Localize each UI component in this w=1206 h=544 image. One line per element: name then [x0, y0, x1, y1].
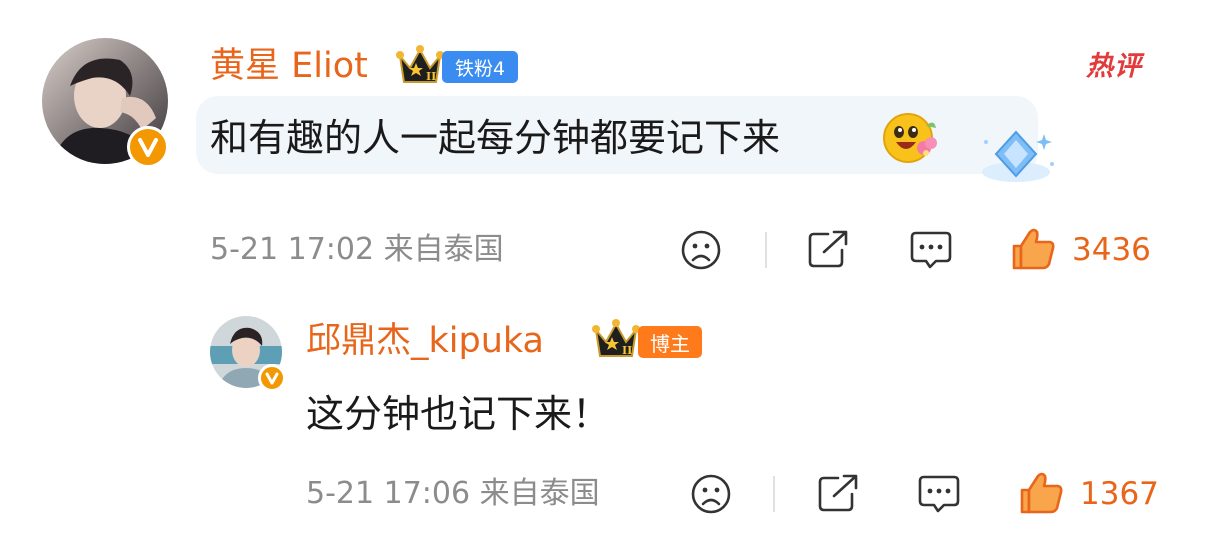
divider: [765, 232, 767, 268]
reply-username[interactable]: 邱鼎杰_kipuka: [306, 319, 544, 363]
flower-face-emoji-icon: [882, 110, 938, 170]
comment-meta: 5-21 17:02 来自泰国: [210, 232, 504, 267]
verified-badge-icon: [258, 364, 286, 392]
divider: [773, 476, 775, 512]
share-icon[interactable]: [806, 228, 850, 274]
thumbs-up-icon[interactable]: [1018, 470, 1064, 520]
comment-text: 和有趣的人一起每分钟都要记下来: [210, 116, 781, 160]
crown-level-II-icon: II: [592, 318, 640, 364]
sad-face-icon[interactable]: [680, 229, 722, 275]
svg-text:II: II: [426, 70, 436, 83]
reply-meta: 5-21 17:06 来自泰国: [306, 476, 600, 511]
comment-icon[interactable]: [908, 229, 954, 275]
like-count: 1367: [1080, 476, 1159, 512]
fan-level-tag[interactable]: 铁粉4: [442, 51, 518, 83]
thumbs-up-icon[interactable]: [1010, 226, 1056, 276]
verified-badge-icon: [127, 126, 169, 168]
crown-level-II-icon: II: [396, 44, 444, 90]
reply-text: 这分钟也记下来！: [306, 392, 611, 436]
blogger-tag: 博主: [638, 326, 702, 358]
svg-text:II: II: [622, 344, 632, 357]
share-icon[interactable]: [816, 472, 860, 518]
sad-face-icon[interactable]: [690, 473, 732, 519]
hot-comment-label: 热评: [1086, 51, 1142, 82]
like-count: 3436: [1072, 232, 1151, 268]
blue-diamond-icon: [972, 124, 1058, 194]
comment-username[interactable]: 黄星 Eliot: [210, 44, 368, 88]
comment-icon[interactable]: [916, 473, 962, 519]
